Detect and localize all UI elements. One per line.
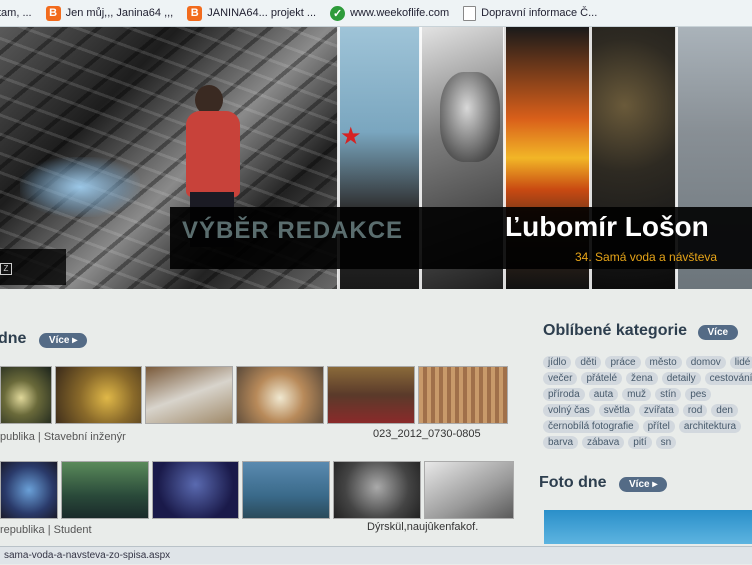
tag[interactable]: příroda (543, 388, 585, 401)
blogger-icon: B (45, 5, 61, 21)
thumb[interactable] (327, 366, 415, 424)
thumb[interactable] (0, 461, 58, 519)
bookmarks-bar: tam, ... B Jen můj,,, Janina64 ,,, B JAN… (0, 0, 752, 27)
more-button-left[interactable]: Více ▸ (38, 333, 88, 348)
categories-title: Oblíbené kategorie (543, 322, 688, 339)
left-section-heading: dne Více ▸ (0, 330, 88, 348)
tag[interactable]: večer (543, 372, 578, 385)
foto-dne-heading: Foto dne Více ▸ (539, 474, 668, 492)
row2-meta[interactable]: republika | Student (0, 524, 92, 536)
tag[interactable]: domov (685, 356, 726, 369)
bookmark-0[interactable]: tam, ... (0, 7, 32, 19)
more-label: Více (629, 479, 650, 490)
bookmark-3[interactable]: ✓ www.weekoflife.com (330, 5, 450, 21)
tag[interactable]: auta (588, 388, 619, 401)
more-button-categories[interactable]: Více (697, 325, 739, 340)
tag[interactable]: děti (575, 356, 602, 369)
tag[interactable]: muž (622, 388, 652, 401)
tag[interactable]: žena (626, 372, 658, 385)
thumb[interactable] (418, 366, 508, 424)
tag[interactable]: jídlo (543, 356, 572, 369)
thumb[interactable] (145, 366, 233, 424)
tag[interactable]: světla (598, 404, 635, 417)
category-tags: jídlo děti práce město domov lidé večer … (543, 356, 752, 449)
editors-choice-banner[interactable]: ★ VÝBĚR REDAKCE Ľubomír Lošon 34. Samá v… (0, 27, 752, 289)
banner-nav-glyph: Z (0, 263, 12, 275)
weekoflife-icon: ✓ (330, 5, 346, 21)
tag[interactable]: město (644, 356, 682, 369)
tag[interactable]: stín (655, 388, 682, 401)
tag[interactable]: zábava (582, 436, 625, 449)
tag[interactable]: práce (605, 356, 641, 369)
categories-heading: Oblíbené kategorie Více (543, 322, 739, 340)
bookmark-label: tam, ... (0, 7, 32, 19)
left-section-title: dne (0, 330, 27, 347)
tag[interactable]: volný čas (543, 404, 595, 417)
bookmark-label: www.weekoflife.com (350, 7, 450, 19)
photo-strip-1 (0, 366, 508, 424)
star-icon: ★ (340, 123, 362, 150)
row1-caption[interactable]: 023_2012_0730-0805 (373, 428, 481, 440)
thumb[interactable] (424, 461, 514, 519)
status-url: sama-voda-a-navsteva-zo-spisa.aspx (4, 550, 171, 561)
tag[interactable]: pes (685, 388, 712, 401)
bookmark-label: JANINA64... projekt ... (207, 7, 317, 19)
tag[interactable]: detaily (661, 372, 701, 385)
blogger-icon: B (187, 5, 203, 21)
tag[interactable]: zvířata (638, 404, 679, 417)
more-button-foto[interactable]: Více ▸ (619, 477, 668, 492)
thumb[interactable] (152, 461, 239, 519)
bookmark-1[interactable]: B Jen můj,,, Janina64 ,,, (45, 5, 174, 21)
more-label: Více (48, 335, 70, 346)
tag[interactable]: černobílá fotografie (543, 420, 639, 433)
thumb[interactable] (236, 366, 324, 424)
status-bar: sama-voda-a-navsteva-zo-spisa.aspx (0, 546, 752, 564)
bookmark-label: Jen můj,,, Janina64 ,,, (65, 7, 174, 19)
thumb[interactable] (55, 366, 142, 424)
tag[interactable]: pití (628, 436, 652, 449)
thumb[interactable] (0, 366, 52, 424)
author-name[interactable]: Ľubomír Lošon (505, 211, 709, 243)
tag[interactable]: přátelé (581, 372, 623, 385)
thumb[interactable] (242, 461, 330, 519)
tag[interactable]: cestování (704, 372, 752, 385)
bookmark-4[interactable]: Dopravní informace Č... (463, 5, 598, 21)
row1-meta[interactable]: publika | Stavební inženýr (0, 431, 126, 443)
photo-subtitle[interactable]: 34. Samá voda a návšteva (575, 250, 717, 264)
banner-nav-button[interactable]: Z (0, 249, 66, 285)
foto-dne-title: Foto dne (539, 474, 607, 491)
tag[interactable]: lidé (729, 356, 752, 369)
thumb[interactable] (61, 461, 149, 519)
tag[interactable]: rod (682, 404, 708, 417)
bookmark-label: Dopravní informace Č... (481, 7, 598, 19)
row2-caption[interactable]: Dýrskül,naujûkenfakof. (367, 521, 478, 533)
bookmark-2[interactable]: B JANINA64... projekt ... (187, 5, 317, 21)
photo-strip-2 (0, 461, 514, 519)
photo-of-the-day[interactable] (544, 510, 752, 544)
document-icon (463, 5, 477, 21)
tag[interactable]: sn (655, 436, 677, 449)
tag[interactable]: den (711, 404, 738, 417)
tag[interactable]: přítel (642, 420, 675, 433)
tag[interactable]: architektura (678, 420, 742, 433)
more-label: Více (707, 327, 729, 338)
thumb[interactable] (333, 461, 421, 519)
tag[interactable]: barva (543, 436, 579, 449)
section-title: VÝBĚR REDAKCE (182, 217, 404, 244)
